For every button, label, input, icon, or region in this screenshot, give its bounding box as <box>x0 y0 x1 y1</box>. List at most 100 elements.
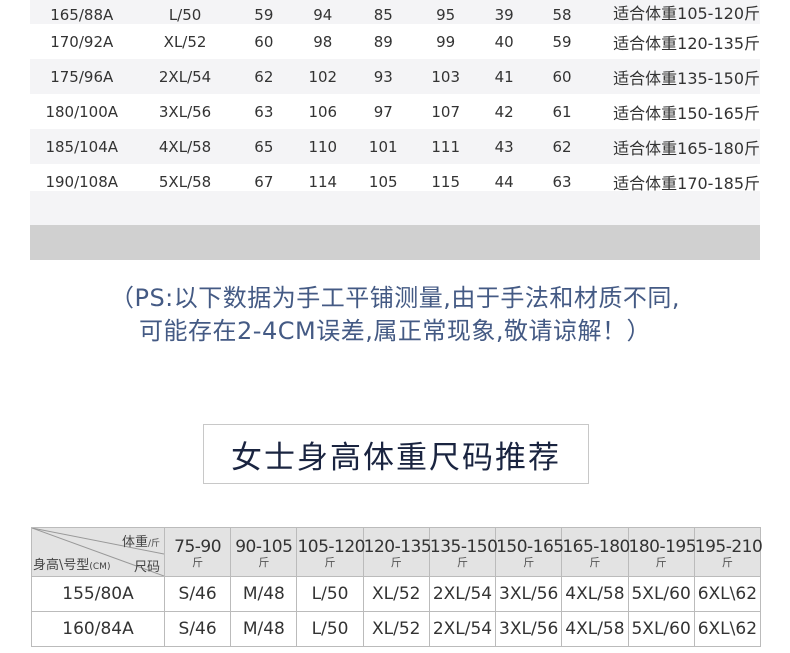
women-section-title: 女士身高体重尺码推荐 <box>203 424 589 484</box>
table-cell: L/50 <box>133 0 237 24</box>
weight-note-cell: 适合体重150-165斤 <box>595 94 760 129</box>
weight-note-cell: 适合体重135-150斤 <box>595 59 760 94</box>
size-cell: S/46 <box>163 611 232 647</box>
weight-range-header: 120-135 斤 <box>362 527 432 577</box>
table-cell: 102 <box>291 59 355 94</box>
weight-note-cell: 适合体重120-135斤 <box>595 24 760 59</box>
table-row: 160/84A S/46 M/48 L/50 XL/52 2XL/54 3XL/56 4XL/… <box>31 611 762 647</box>
table-cell: 59 <box>236 0 292 24</box>
table-cell: 2XL/54 <box>133 59 237 94</box>
table-cell: 85 <box>354 0 412 24</box>
corner-weight-label: 体重/斤 <box>121 535 160 550</box>
table-row: 185/104A 4XL/58 65 110 101 111 43 62 适合体重165-180… <box>30 129 760 164</box>
weight-range-header: 135-150 斤 <box>428 527 498 577</box>
size-cell: 3XL/56 <box>495 576 563 612</box>
table-cell: 185/104A <box>30 129 134 164</box>
weight-range: 90-105 <box>235 537 293 557</box>
table-row: 180/100A 3XL/56 63 106 97 107 42 61 适合体重150-165斤 <box>30 94 760 129</box>
table-cell: XL/52 <box>133 24 237 59</box>
table-row: 165/88A L/50 59 94 85 95 39 58 适合体重105-120斤 <box>30 0 760 24</box>
women-size-table: 体重/斤 尺码 身高\号型(CM) 75-90 斤 90-105 斤 105-120 斤 1… <box>31 527 763 647</box>
table-cell: 63 <box>236 94 292 129</box>
weight-range: 180-195 <box>628 537 697 557</box>
size-cell: 4XL/58 <box>561 611 629 647</box>
size-cell: S/46 <box>163 576 232 612</box>
height-cell: 155/80A <box>31 576 165 612</box>
table-cell: 99 <box>412 24 480 59</box>
weight-note-cell: 适合体重165-180斤 <box>595 129 760 164</box>
weight-unit: 斤 <box>258 556 270 569</box>
size-cell: 5XL/60 <box>627 611 695 647</box>
corner-header-cell: 体重/斤 尺码 身高\号型(CM) <box>31 527 165 577</box>
table-footer-bar <box>30 225 760 260</box>
size-cell: M/48 <box>230 611 298 647</box>
table-row: 175/96A 2XL/54 62 102 93 103 41 60 适合体重135-150斤 <box>30 59 760 94</box>
weight-range-header: 165-180 斤 <box>561 527 630 577</box>
table-cell: 107 <box>412 94 480 129</box>
table-cell: 170/92A <box>30 24 134 59</box>
table-cell: 175/96A <box>30 59 134 94</box>
table-row: 155/80A S/46 M/48 L/50 XL/52 2XL/54 3XL/56 4XL/… <box>31 576 762 612</box>
weight-range-header: 90-105 斤 <box>230 527 298 577</box>
weight-range: 195-210 <box>694 537 763 557</box>
size-cell: XL/52 <box>362 576 430 612</box>
table-cell: 65 <box>236 129 292 164</box>
table-cell: 165/88A <box>30 0 134 24</box>
weight-range-header: 75-90 斤 <box>163 527 232 577</box>
table-cell: 111 <box>412 129 480 164</box>
table-blank-row <box>30 191 760 225</box>
table-cell: 62 <box>528 129 596 164</box>
size-cell: 6XL\62 <box>693 576 762 612</box>
measurement-note: （PS:以下数据为手工平铺测量,由于手法和材质不同, 可能存在2-4CM误差,属… <box>0 282 790 348</box>
height-cell: 160/84A <box>31 611 165 647</box>
weight-range: 165-180 <box>562 537 630 557</box>
weight-range: 105-120 <box>297 537 365 557</box>
table-cell: 40 <box>479 24 529 59</box>
table-cell: 58 <box>528 0 596 24</box>
table-cell: 106 <box>291 94 355 129</box>
weight-range: 75-90 <box>174 537 222 557</box>
table-cell: 95 <box>412 0 480 24</box>
weight-unit: 斤 <box>324 556 336 569</box>
weight-range: 120-135 <box>363 537 432 557</box>
weight-range-header: 105-120 斤 <box>296 527 365 577</box>
weight-unit: 斤 <box>390 556 402 569</box>
table-cell: 97 <box>354 94 412 129</box>
table-cell: 101 <box>354 129 412 164</box>
size-cell: 3XL/56 <box>495 611 563 647</box>
men-size-table: 165/88A L/50 59 94 85 95 39 58 适合体重105-120斤 170/9… <box>30 0 760 199</box>
table-cell: 41 <box>479 59 529 94</box>
size-cell: XL/52 <box>362 611 430 647</box>
size-cell: 4XL/58 <box>561 576 629 612</box>
table-row: 170/92A XL/52 60 98 89 99 40 59 适合体重120-135斤 <box>30 24 760 59</box>
table-cell: 61 <box>528 94 596 129</box>
weight-unit: 斤 <box>589 556 601 569</box>
note-line-2: 可能存在2-4CM误差,属正常现象,敬请谅解！） <box>139 317 651 345</box>
size-cell: 5XL/60 <box>627 576 695 612</box>
table-cell: 43 <box>479 129 529 164</box>
table-cell: 59 <box>528 24 596 59</box>
corner-size-label: 尺码 <box>133 560 160 575</box>
size-cell: 2XL/54 <box>428 611 497 647</box>
weight-unit: 斤 <box>192 556 204 569</box>
size-cell: 2XL/54 <box>428 576 497 612</box>
table-cell: 60 <box>528 59 596 94</box>
table-cell: 89 <box>354 24 412 59</box>
weight-range-header: 150-165 斤 <box>495 527 564 577</box>
table-cell: 4XL/58 <box>133 129 237 164</box>
table-cell: 62 <box>236 59 292 94</box>
weight-range: 150-165 <box>496 537 564 557</box>
table-cell: 103 <box>412 59 480 94</box>
weight-range-header: 195-210 斤 <box>693 527 763 577</box>
size-cell: L/50 <box>296 611 364 647</box>
corner-height-label: 身高\号型(CM) <box>33 558 111 573</box>
weight-unit: 斤 <box>523 556 535 569</box>
size-cell: L/50 <box>296 576 364 612</box>
table-cell: 180/100A <box>30 94 134 129</box>
table-cell: 94 <box>291 0 355 24</box>
table-cell: 93 <box>354 59 412 94</box>
section-title-text: 女士身高体重尺码推荐 <box>231 439 561 476</box>
size-cell: 6XL\62 <box>693 611 762 647</box>
weight-unit: 斤 <box>721 556 733 569</box>
weight-range-header: 180-195 斤 <box>627 527 697 577</box>
